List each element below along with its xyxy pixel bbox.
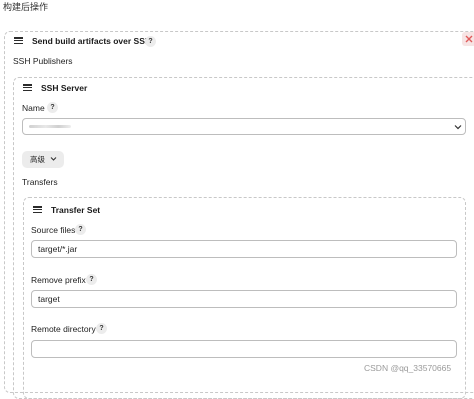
drag-handle-icon[interactable]: [33, 206, 42, 214]
ssh-publishers-label: SSH Publishers: [13, 56, 73, 66]
step-title: Send build artifacts over SSH: [32, 36, 152, 46]
chevron-down-icon: [50, 157, 57, 161]
help-icon[interactable]: ?: [96, 323, 107, 334]
close-icon[interactable]: [462, 32, 474, 46]
source-files-input[interactable]: target/*.jar: [31, 240, 457, 258]
drag-handle-icon[interactable]: [23, 84, 32, 92]
redacted-value: [29, 125, 71, 128]
name-select[interactable]: [22, 118, 466, 135]
help-icon[interactable]: ?: [86, 274, 97, 285]
help-icon[interactable]: ?: [75, 224, 86, 235]
transfers-label: Transfers: [22, 177, 58, 187]
source-files-label: Source files: [31, 225, 76, 235]
advanced-button-label: 高级: [30, 155, 45, 164]
chevron-down-icon: [454, 125, 462, 130]
drag-handle-icon[interactable]: [14, 37, 23, 45]
page-heading: 构建后操作: [3, 2, 49, 12]
name-label: Name: [22, 103, 45, 113]
remove-prefix-label: Remove prefix: [31, 275, 86, 285]
ssh-server-title: SSH Server: [41, 83, 88, 93]
advanced-button[interactable]: 高级: [22, 151, 64, 168]
remote-directory-label: Remote directory: [31, 324, 96, 334]
remote-directory-input[interactable]: [31, 340, 457, 358]
watermark: CSDN @qq_33570665: [364, 363, 452, 373]
help-icon[interactable]: ?: [47, 102, 58, 113]
transfer-set-title: Transfer Set: [51, 205, 101, 215]
remove-prefix-input[interactable]: target: [31, 290, 457, 308]
help-icon[interactable]: ?: [145, 36, 156, 47]
